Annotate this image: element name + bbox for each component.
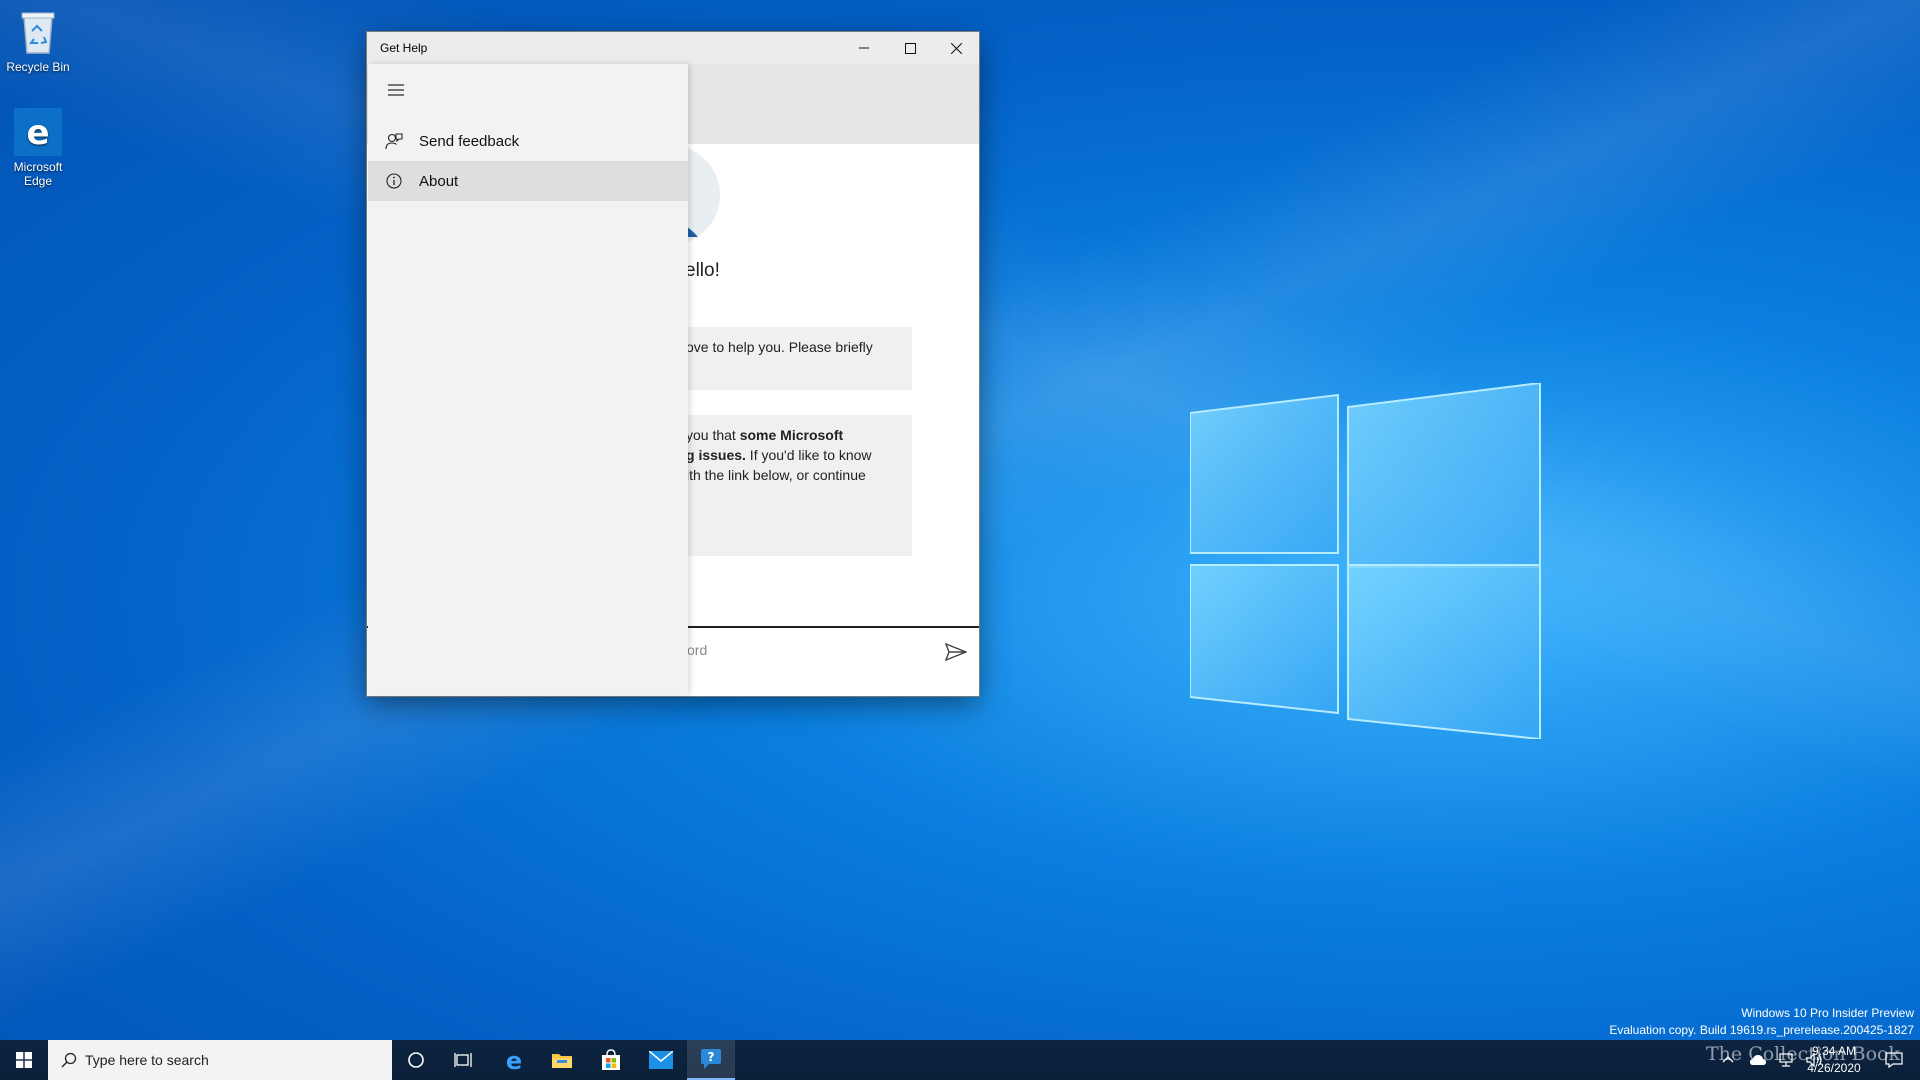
minimize-button[interactable] <box>841 32 887 64</box>
chat-bubble-text: ove to help you. Please briefly <box>686 339 873 355</box>
windows-logo-wallpaper <box>1190 383 1541 739</box>
cortana-icon <box>408 1052 424 1068</box>
send-button[interactable] <box>944 642 968 667</box>
task-view-button[interactable] <box>440 1040 488 1080</box>
svg-text:e: e <box>506 1048 522 1072</box>
svg-text:?: ? <box>708 1050 715 1064</box>
minimize-icon <box>859 47 869 49</box>
send-icon <box>944 642 968 662</box>
edge-icon: e <box>14 108 62 156</box>
watermark-line: Evaluation copy. Build 19619.rs_prerelea… <box>1609 1023 1914 1037</box>
taskbar-edge-button[interactable]: e <box>490 1040 538 1080</box>
edge-icon: e <box>506 1048 522 1072</box>
window-title: Get Help <box>380 41 428 55</box>
nav-item-label: Send feedback <box>419 132 520 150</box>
build-watermark: Windows 10 Pro Insider Preview Evaluatio… <box>1609 1005 1914 1039</box>
get-help-taskbar-button[interactable]: ? <box>687 1040 735 1080</box>
title-bar[interactable]: Get Help <box>367 32 979 64</box>
desktop-icon-label: Recycle Bin <box>6 60 70 74</box>
hamburger-icon <box>388 84 404 96</box>
desktop-icon-edge[interactable]: e Microsoft Edge <box>0 108 76 188</box>
start-button[interactable] <box>0 1040 48 1080</box>
store-button[interactable] <box>587 1040 635 1080</box>
search-icon <box>61 1052 77 1068</box>
chat-bubble-text: ith the link below, or continue <box>686 467 866 483</box>
menu-button[interactable] <box>384 78 408 102</box>
task-view-icon <box>454 1053 472 1067</box>
navigation-pane: Send feedback About <box>368 64 688 695</box>
store-icon <box>602 1049 620 1070</box>
message-input-placeholder: ord <box>687 642 708 658</box>
feedback-icon <box>383 130 405 152</box>
svg-text:e: e <box>26 113 49 152</box>
nav-item-send-feedback[interactable]: Send feedback <box>368 121 688 161</box>
maximize-icon <box>904 42 916 54</box>
greeting-text: ello! <box>685 260 720 281</box>
taskbar: Type here to search e ? 9:34 AM 4/26/202… <box>0 1040 1920 1080</box>
folder-icon <box>552 1054 572 1068</box>
get-help-icon: ? <box>701 1049 721 1069</box>
cortana-button[interactable] <box>392 1040 440 1080</box>
chat-bubble-bold-text: some Microsoft <box>739 427 844 443</box>
file-explorer-button[interactable] <box>538 1040 586 1080</box>
mail-button[interactable] <box>637 1040 685 1080</box>
mail-icon <box>649 1051 673 1069</box>
chat-bubble-text: If you'd like to know <box>745 447 872 463</box>
desktop-icon-label: Microsoft Edge <box>13 160 63 188</box>
search-placeholder: Type here to search <box>85 1052 209 1068</box>
chat-bubble-bold-text: g issues. <box>686 447 746 463</box>
desktop-icon-recycle-bin[interactable]: Recycle Bin <box>0 8 76 74</box>
recycle-bin-icon <box>14 8 62 56</box>
windows-start-icon <box>16 1052 32 1068</box>
taskbar-search-box[interactable]: Type here to search <box>48 1040 392 1080</box>
info-icon <box>383 170 405 192</box>
watermark-line: Windows 10 Pro Insider Preview <box>1741 1006 1914 1020</box>
maximize-button[interactable] <box>887 32 933 64</box>
close-button[interactable] <box>933 32 979 64</box>
close-icon <box>950 42 962 54</box>
nav-item-label: About <box>419 172 459 190</box>
chat-bubble-text: you that <box>686 427 740 443</box>
brand-watermark: The Collection Book <box>1706 1043 1900 1065</box>
nav-item-about[interactable]: About <box>368 161 688 201</box>
